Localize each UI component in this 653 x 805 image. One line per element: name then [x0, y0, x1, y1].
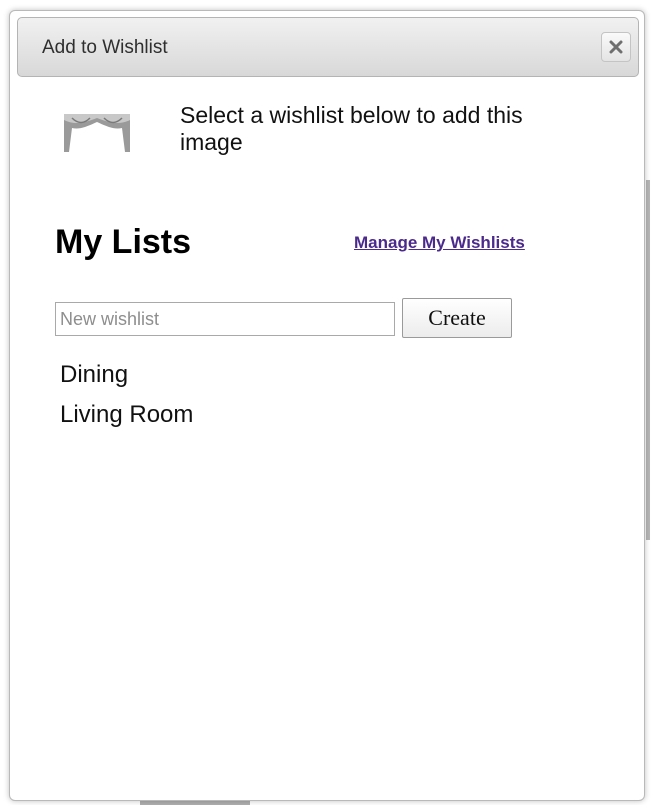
- list-item[interactable]: Living Room: [60, 395, 193, 435]
- my-lists-heading: My Lists: [55, 223, 192, 261]
- manage-wishlists-link[interactable]: Manage My Wishlists: [354, 233, 525, 253]
- list-item[interactable]: Dining: [60, 355, 193, 395]
- new-wishlist-input[interactable]: [55, 302, 395, 336]
- backdrop-image-edge: [646, 180, 650, 540]
- instruction-text: Select a wishlist below to add this imag…: [180, 102, 523, 155]
- create-button[interactable]: Create: [402, 298, 512, 338]
- add-to-wishlist-dialog: Add to Wishlist Select a wishlist below …: [9, 10, 645, 801]
- wishlist-list: Dining Living Room: [60, 355, 193, 435]
- curtain-image-thumbnail: [64, 114, 130, 152]
- dialog-content: Select a wishlist below to add this imag…: [10, 11, 644, 800]
